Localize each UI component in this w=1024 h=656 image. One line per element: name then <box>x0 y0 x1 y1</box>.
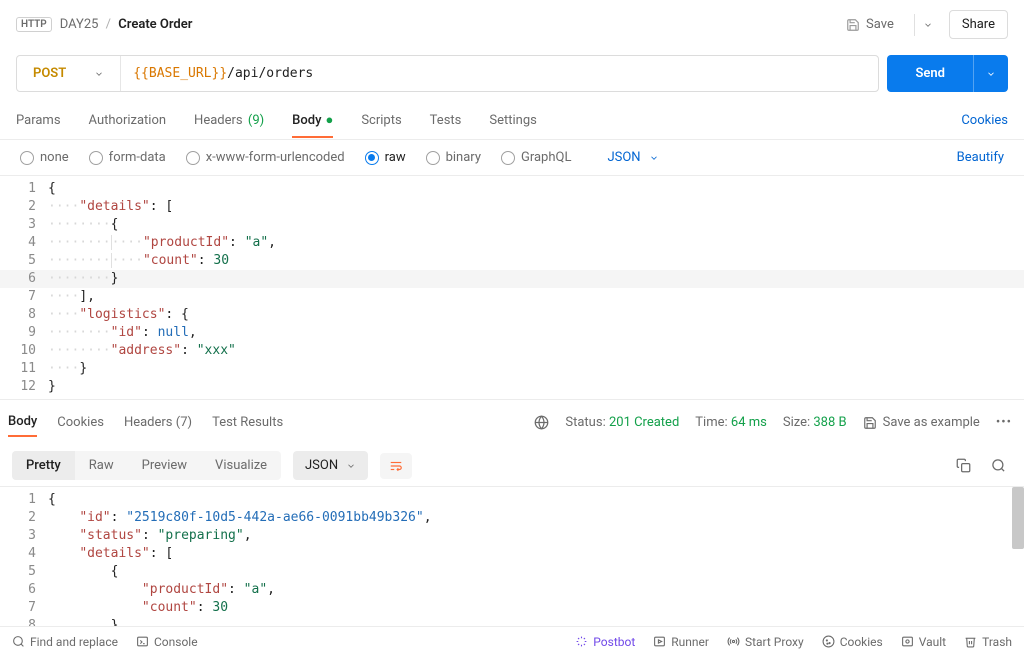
time-meta: Time: 64 ms <box>695 415 767 430</box>
antenna-icon <box>727 635 740 648</box>
scrollbar-thumb[interactable] <box>1012 487 1024 549</box>
search-icon <box>991 458 1006 473</box>
share-label: Share <box>962 17 995 32</box>
tab-body[interactable]: Body ● <box>292 103 333 138</box>
send-dropdown[interactable] <box>973 55 1008 92</box>
postbot-button[interactable]: Postbot <box>575 635 635 649</box>
method-value: POST <box>33 66 66 81</box>
view-mode-segment: Pretty Raw Preview Visualize <box>12 451 281 480</box>
radio-binary[interactable]: binary <box>426 150 481 165</box>
cookie-icon <box>822 635 835 648</box>
request-body-editor[interactable]: 1{2····"details": [3········{4··········… <box>0 176 1024 399</box>
resp-tab-body[interactable]: Body <box>8 414 37 437</box>
save-dropdown[interactable] <box>914 14 941 36</box>
beautify-link[interactable]: Beautify <box>957 150 1004 165</box>
search-response-button[interactable] <box>985 452 1012 479</box>
radio-graphql[interactable]: GraphQL <box>501 150 571 165</box>
tab-scripts[interactable]: Scripts <box>361 104 401 137</box>
response-body-viewer[interactable]: 1{2 "id": "2519c80f-10d5-442a-ae66-0091b… <box>0 487 1024 630</box>
url-variable: {{BASE_URL}} <box>133 66 227 81</box>
trash-button[interactable]: Trash <box>964 635 1012 649</box>
chevron-down-icon <box>94 69 104 79</box>
radio-none[interactable]: none <box>20 150 69 165</box>
view-raw[interactable]: Raw <box>75 451 128 480</box>
send-label: Send <box>915 66 945 81</box>
save-as-example-label: Save as example <box>883 415 980 430</box>
body-modified-dot: ● <box>325 113 333 128</box>
play-icon <box>653 635 666 648</box>
globe-icon[interactable] <box>534 415 549 430</box>
tab-authorization[interactable]: Authorization <box>89 104 167 137</box>
view-preview[interactable]: Preview <box>128 451 201 480</box>
copy-icon <box>956 458 971 473</box>
breadcrumb-current: Create Order <box>118 17 192 32</box>
breadcrumb[interactable]: DAY25 / Create Order <box>60 17 193 32</box>
runner-button[interactable]: Runner <box>653 635 709 649</box>
http-badge-icon: HTTP <box>16 17 52 32</box>
tab-body-label: Body <box>292 113 321 128</box>
radio-xwww[interactable]: x-www-form-urlencoded <box>186 150 345 165</box>
sparkle-icon <box>575 635 588 648</box>
resp-tab-headers[interactable]: Headers (7) <box>124 415 192 430</box>
tab-headers-count: (9) <box>248 113 264 128</box>
view-pretty[interactable]: Pretty <box>12 451 75 480</box>
save-label: Save <box>866 17 894 32</box>
chevron-down-icon <box>649 153 659 163</box>
tab-headers-label: Headers <box>194 113 243 128</box>
more-actions-button[interactable]: ••• <box>996 415 1012 430</box>
cookies-link[interactable]: Cookies <box>961 113 1008 128</box>
status-meta: Status: 201 Created <box>565 415 679 430</box>
vault-icon <box>901 635 914 648</box>
save-as-example-button[interactable]: Save as example <box>863 415 980 430</box>
url-input[interactable]: {{BASE_URL}}/api/orders <box>121 56 878 91</box>
send-button[interactable]: Send <box>887 55 973 92</box>
chevron-down-icon <box>346 461 356 471</box>
tab-tests[interactable]: Tests <box>430 104 462 137</box>
copy-response-button[interactable] <box>950 452 977 479</box>
wrap-lines-button[interactable] <box>380 453 412 479</box>
resp-tab-headers-label: Headers <box>124 415 173 430</box>
response-format-label: JSON <box>305 458 338 473</box>
size-meta: Size: 388 B <box>783 415 847 430</box>
chevron-down-icon <box>923 20 933 30</box>
share-button[interactable]: Share <box>949 10 1008 39</box>
save-icon <box>846 18 860 32</box>
resp-tab-cookies[interactable]: Cookies <box>57 415 104 430</box>
console-icon <box>136 635 149 648</box>
resp-tab-test-results[interactable]: Test Results <box>212 415 283 430</box>
view-visualize[interactable]: Visualize <box>201 451 281 480</box>
tab-headers[interactable]: Headers (9) <box>194 104 264 137</box>
resp-tab-headers-count: (7) <box>176 415 192 430</box>
chevron-down-icon <box>986 69 996 79</box>
response-format-select[interactable]: JSON <box>293 451 368 480</box>
find-replace-button[interactable]: Find and replace <box>12 635 118 649</box>
body-language-label: JSON <box>607 150 640 165</box>
footer-cookies-button[interactable]: Cookies <box>822 635 883 649</box>
console-button[interactable]: Console <box>136 635 198 649</box>
url-path: /api/orders <box>227 66 313 81</box>
search-icon <box>12 635 25 648</box>
tab-params[interactable]: Params <box>16 104 61 137</box>
save-button[interactable]: Save <box>834 11 906 38</box>
breadcrumb-collection[interactable]: DAY25 <box>60 17 99 32</box>
vault-button[interactable]: Vault <box>901 635 946 649</box>
radio-form-data[interactable]: form-data <box>89 150 166 165</box>
method-select[interactable]: POST <box>17 56 121 91</box>
start-proxy-button[interactable]: Start Proxy <box>727 635 804 649</box>
save-icon <box>863 416 877 430</box>
tab-settings[interactable]: Settings <box>489 104 536 137</box>
radio-raw[interactable]: raw <box>365 150 406 165</box>
body-language-select[interactable]: JSON <box>607 150 658 165</box>
breadcrumb-sep: / <box>106 17 111 32</box>
trash-icon <box>964 635 977 648</box>
wrap-icon <box>388 459 404 473</box>
url-bar: POST {{BASE_URL}}/api/orders <box>16 55 879 92</box>
